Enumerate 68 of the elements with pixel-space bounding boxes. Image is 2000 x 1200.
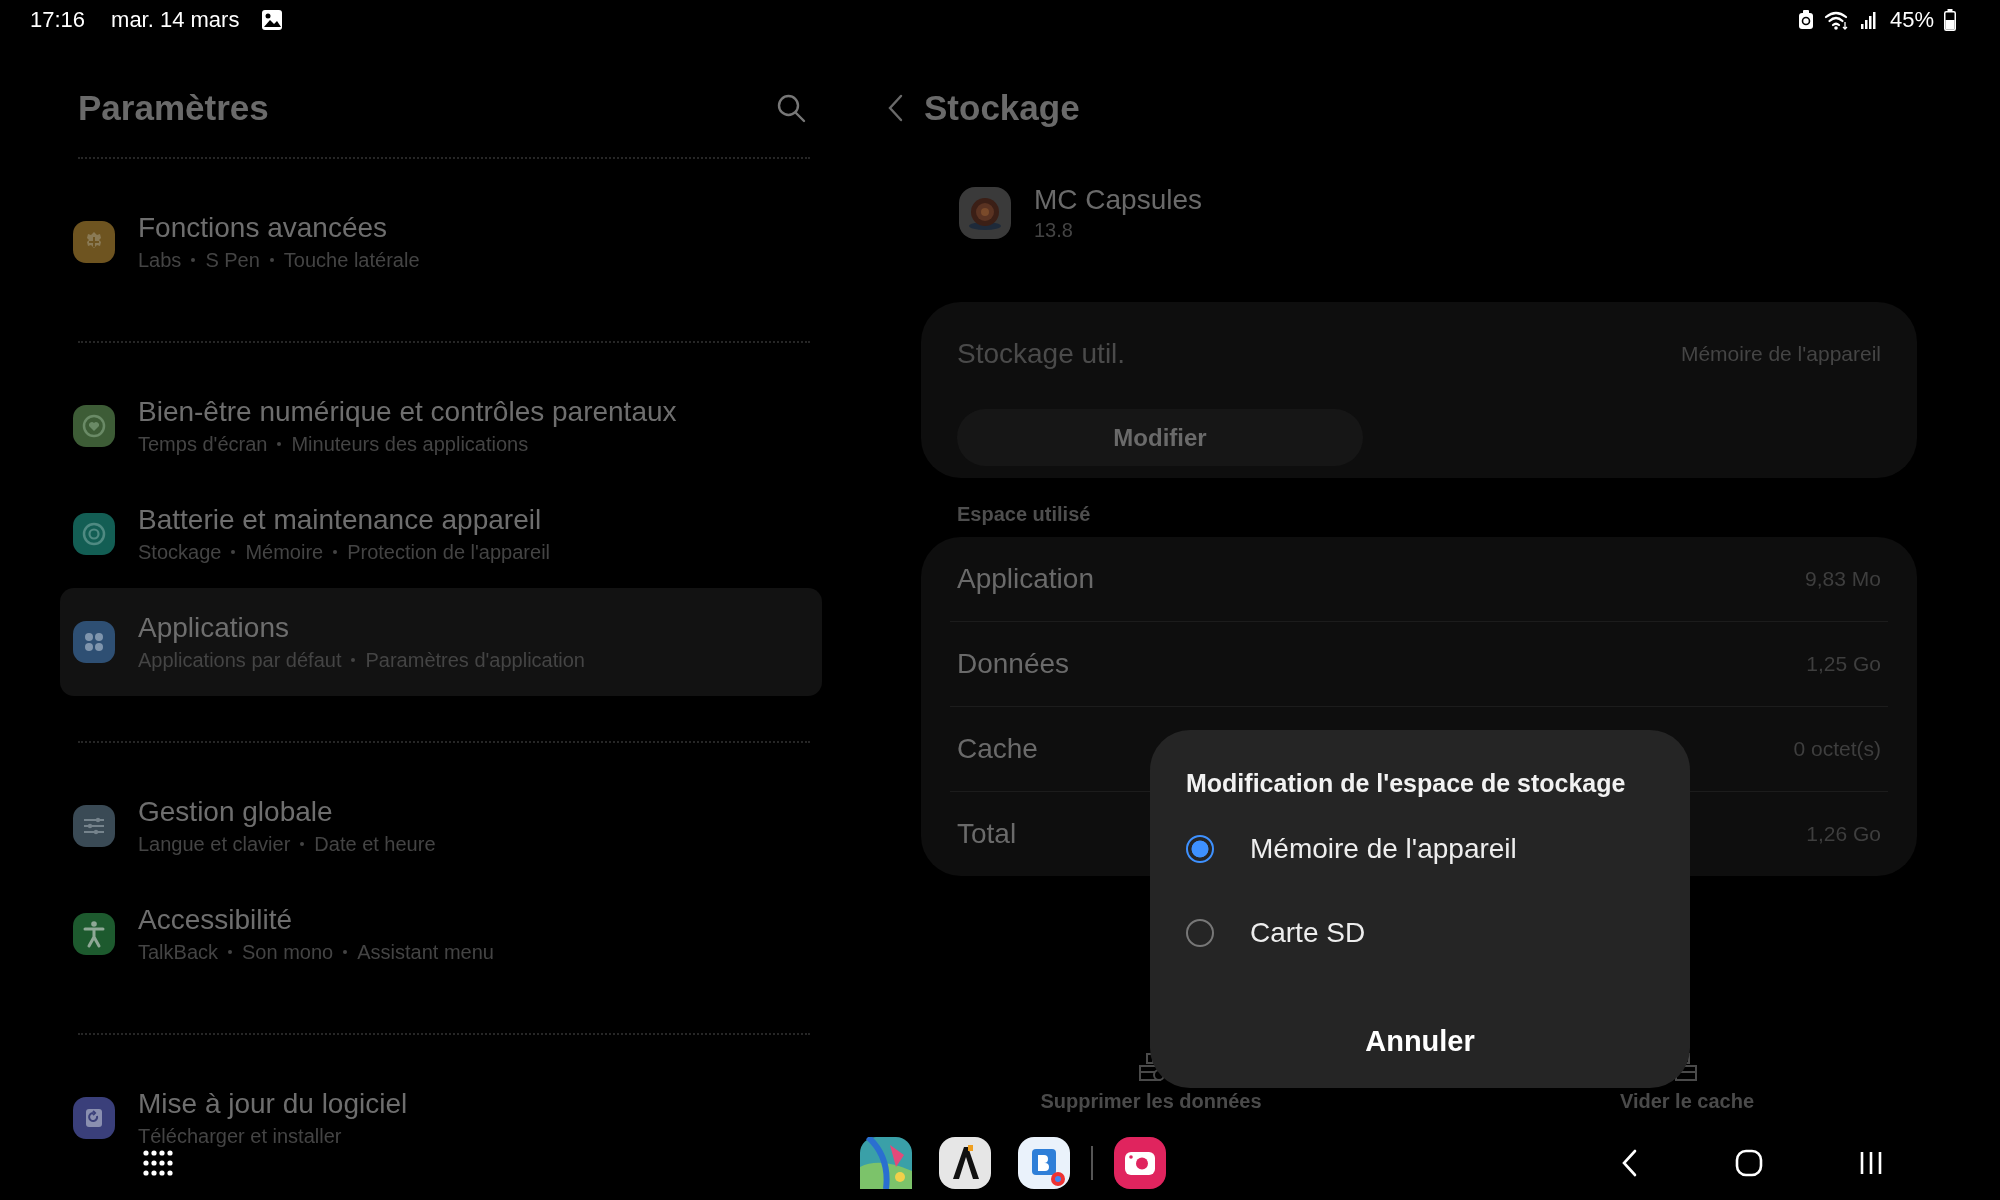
item-subtitle: S Pen (205, 248, 260, 273)
modify-button[interactable]: Modifier (957, 409, 1363, 466)
item-title: Batterie et maintenance appareil (138, 503, 543, 537)
clock: 17:16 (30, 7, 86, 33)
radio-option[interactable]: Mémoire de l'appareil (1186, 807, 1654, 891)
sync-icon (1797, 10, 1814, 30)
usage-label: Application (957, 563, 1094, 595)
gallery-icon (261, 9, 284, 31)
settings-item[interactable]: Accessibilité TalkBack Son mono Assistant menu (60, 880, 822, 988)
item-title: Accessibilité (138, 903, 294, 937)
radio-option[interactable]: Carte SD (1186, 891, 1654, 975)
settings-item[interactable]: Fonctions avancées Labs S Pen Touche latérale (60, 188, 822, 296)
item-subtitle: Mémoire (245, 540, 324, 565)
recents-icon[interactable] (1859, 1150, 1883, 1176)
radio-button[interactable] (1186, 835, 1214, 863)
dialog-title: Modification de l'espace de stockage (1186, 768, 1627, 798)
item-subtitle: Temps d'écran (138, 432, 268, 457)
item-subtitle: Labs (138, 248, 182, 273)
item-subtitle: Télécharger et installer (138, 1124, 342, 1149)
camera-app-icon[interactable] (1114, 1137, 1166, 1189)
app-version: 13.8 (1034, 218, 1074, 243)
wifi-icon (1823, 10, 1850, 30)
settings-icon (73, 805, 115, 847)
usage-label: Total (957, 818, 1017, 850)
item-subtitle: Son mono (242, 940, 334, 965)
coin-app-icon (958, 186, 1012, 240)
item-title: Mise à jour du logiciel (138, 1087, 408, 1121)
item-subtitle: TalkBack (138, 940, 219, 965)
settings-item[interactable]: Bien-être numérique et contrôles parentaux Temps d'écran Minuteurs des applications (60, 372, 822, 480)
signal-icon (1859, 10, 1876, 30)
settings-item[interactable]: Batterie et maintenance appareil Stockage Mémoire Protection de l'appareil (60, 480, 822, 588)
date: mar. 14 mars (111, 7, 240, 33)
grid-app-icon[interactable] (1018, 1137, 1070, 1189)
settings-icon (73, 1097, 115, 1139)
settings-icon (73, 621, 115, 663)
battery-level: 45% (1889, 7, 1934, 33)
settings-icon (73, 513, 115, 555)
item-subtitle: Stockage (138, 540, 222, 565)
settings-icon (73, 405, 115, 447)
page-title: Stockage (924, 88, 1080, 128)
usage-label: Données (957, 648, 1070, 680)
settings-item[interactable]: Gestion globale Langue et clavier Date et heure (60, 772, 822, 880)
settings-icon (73, 221, 115, 263)
item-subtitle: Protection de l'appareil (347, 540, 551, 565)
item-title: Applications (138, 611, 290, 645)
item-subtitle: Assistant menu (357, 940, 494, 965)
section-heading: Espace utilisé (957, 502, 1092, 526)
item-subtitle: Touche latérale (283, 248, 420, 273)
cancel-button[interactable]: Annuler (1335, 1011, 1505, 1071)
battery-icon (1944, 9, 1956, 31)
chevron-app-icon[interactable] (939, 1137, 991, 1189)
settings-item[interactable]: Mise à jour du logiciel Télécharger et installer (60, 1064, 822, 1172)
usage-label: Cache (957, 733, 1038, 765)
app-name: MC Capsules (1034, 183, 1203, 217)
page-title: Paramètres (78, 88, 269, 128)
item-subtitle: Minuteurs des applications (291, 432, 529, 457)
apps-grid-icon[interactable] (143, 1148, 173, 1178)
storage-label: Stockage util. (957, 338, 1126, 370)
item-title: Fonctions avancées (138, 211, 389, 245)
home-icon[interactable] (1735, 1149, 1763, 1177)
item-subtitle: Date et heure (314, 832, 436, 857)
search-icon[interactable] (776, 93, 806, 123)
item-subtitle: Langue et clavier (138, 832, 291, 857)
settings-icon (73, 913, 115, 955)
radio-button[interactable] (1186, 919, 1214, 947)
item-title: Bien-être numérique et contrôles parentaux (138, 395, 677, 429)
item-title: Gestion globale (138, 795, 334, 829)
map-app-icon[interactable] (860, 1137, 912, 1189)
